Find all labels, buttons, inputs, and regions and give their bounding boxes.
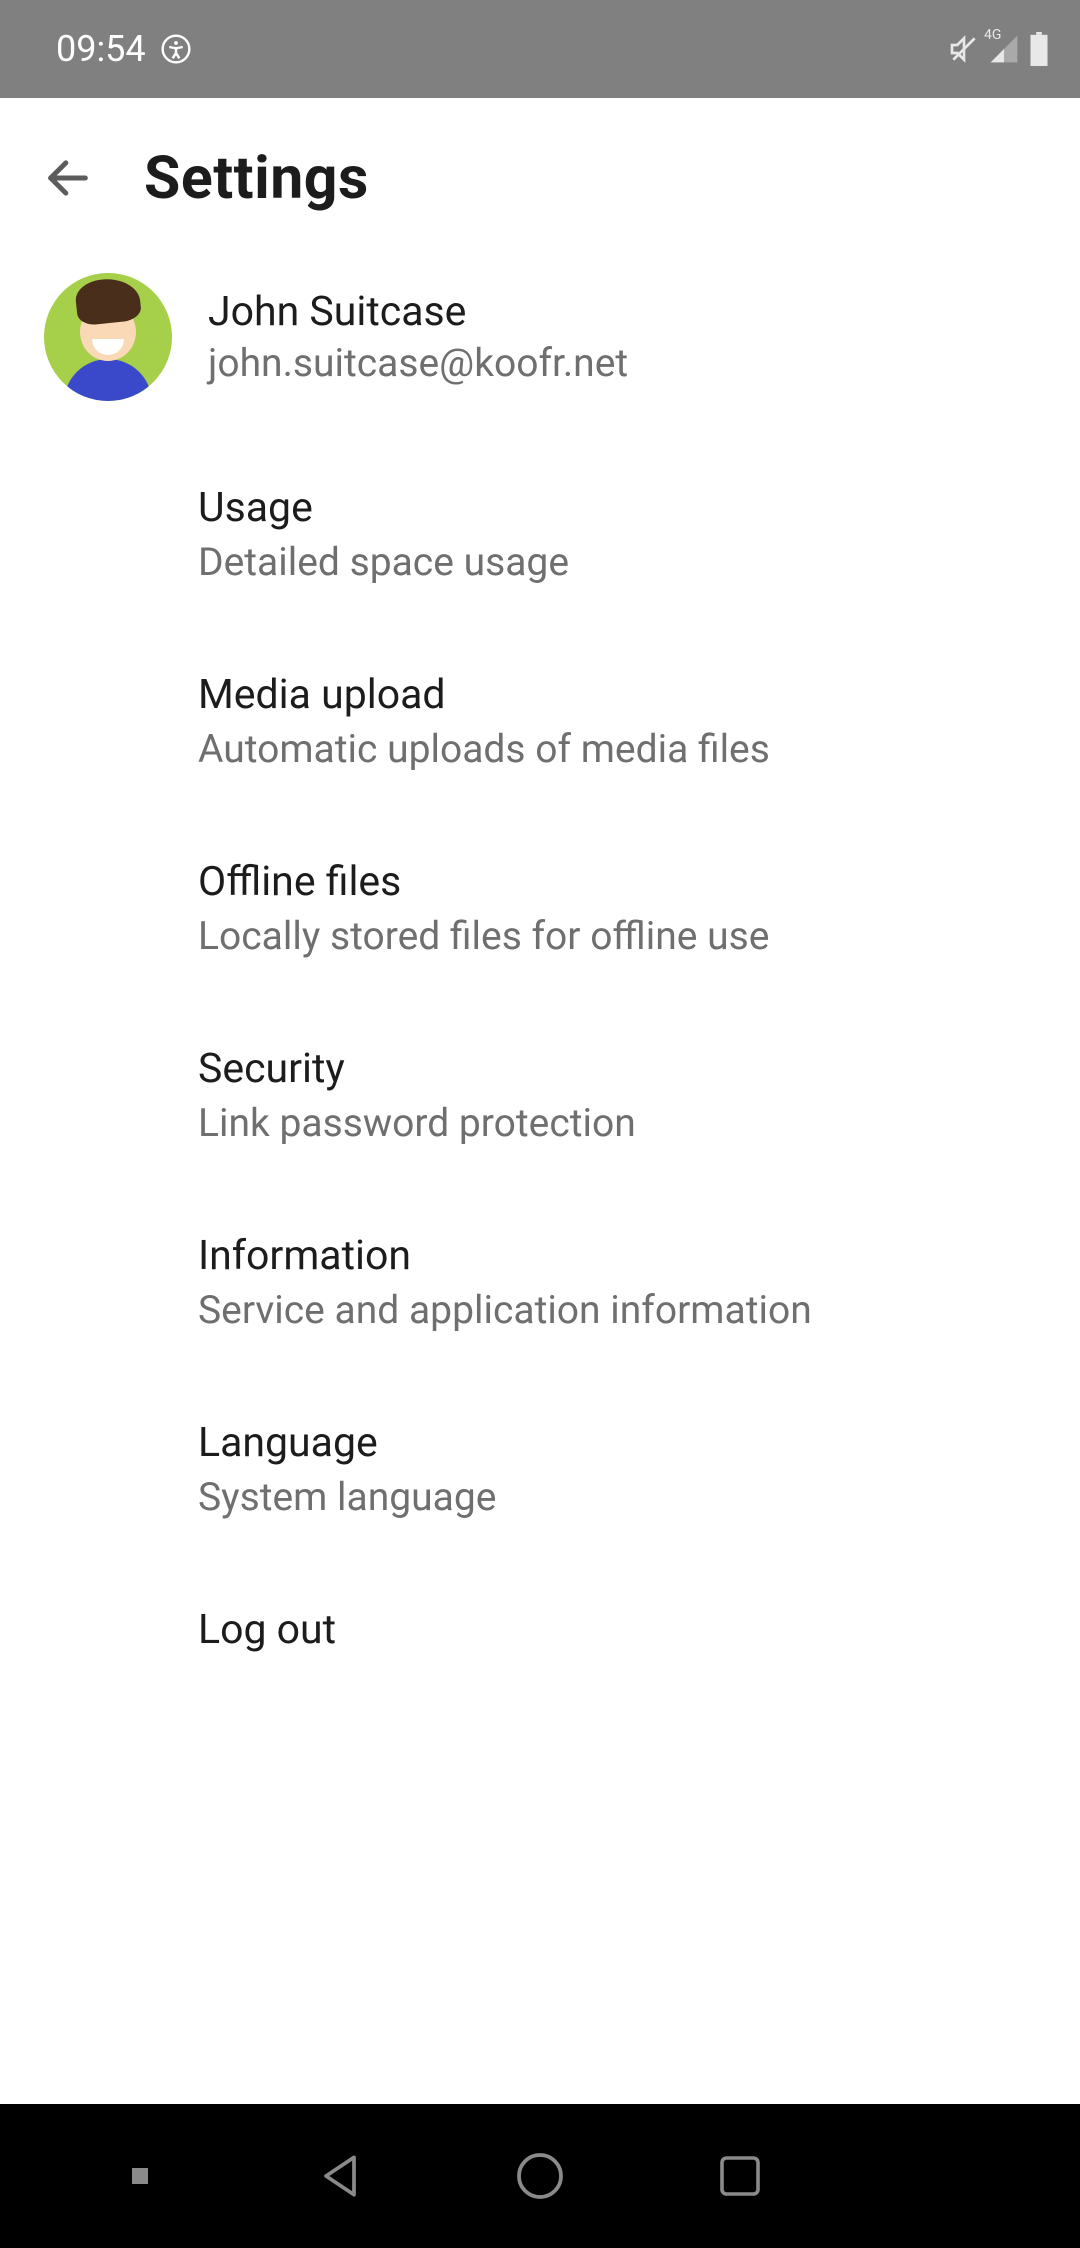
signal-network-label: 4G bbox=[984, 27, 1001, 43]
page-title: Settings bbox=[144, 144, 369, 213]
setting-subtitle: Locally stored files for offline use bbox=[198, 915, 1040, 958]
accessibility-icon bbox=[160, 33, 192, 65]
user-profile-row[interactable]: John Suitcase john.suitcase@koofr.net bbox=[0, 258, 1080, 441]
setting-usage[interactable]: Usage Detailed space usage bbox=[198, 441, 1040, 628]
nav-recents-icon[interactable] bbox=[700, 2149, 780, 2203]
user-text: John Suitcase john.suitcase@koofr.net bbox=[208, 288, 628, 386]
setting-subtitle: Service and application information bbox=[198, 1289, 1040, 1332]
mute-icon bbox=[948, 33, 980, 65]
user-name: John Suitcase bbox=[208, 288, 628, 336]
status-bar-left: 09:54 bbox=[56, 28, 192, 70]
setting-subtitle: System language bbox=[198, 1476, 1040, 1519]
nav-assistant-dot[interactable] bbox=[100, 2168, 180, 2184]
setting-subtitle: Detailed space usage bbox=[198, 541, 1040, 584]
setting-title: Media upload bbox=[198, 673, 1040, 718]
settings-list: Usage Detailed space usage Media upload … bbox=[0, 441, 1080, 1697]
setting-title: Offline files bbox=[198, 860, 1040, 905]
setting-log-out[interactable]: Log out bbox=[198, 1563, 1040, 1697]
app-bar: Settings bbox=[0, 98, 1080, 258]
nav-home-icon[interactable] bbox=[500, 2148, 580, 2204]
system-nav-bar bbox=[0, 2104, 1080, 2248]
setting-title: Usage bbox=[198, 486, 1040, 531]
setting-offline-files[interactable]: Offline files Locally stored files for o… bbox=[198, 815, 1040, 1002]
signal-icon: 4G bbox=[988, 33, 1020, 65]
nav-back-icon[interactable] bbox=[300, 2148, 380, 2204]
status-bar-right: 4G bbox=[948, 32, 1050, 66]
setting-information[interactable]: Information Service and application info… bbox=[198, 1189, 1040, 1376]
status-bar: 09:54 4G bbox=[0, 0, 1080, 98]
back-icon[interactable] bbox=[42, 152, 94, 204]
setting-title: Log out bbox=[198, 1608, 1040, 1653]
status-time: 09:54 bbox=[56, 28, 146, 70]
setting-security[interactable]: Security Link password protection bbox=[198, 1002, 1040, 1189]
setting-subtitle: Link password protection bbox=[198, 1102, 1040, 1145]
user-email: john.suitcase@koofr.net bbox=[208, 340, 628, 386]
battery-icon bbox=[1028, 32, 1050, 66]
setting-title: Information bbox=[198, 1234, 1040, 1279]
setting-language[interactable]: Language System language bbox=[198, 1376, 1040, 1563]
setting-title: Security bbox=[198, 1047, 1040, 1092]
setting-title: Language bbox=[198, 1421, 1040, 1466]
setting-media-upload[interactable]: Media upload Automatic uploads of media … bbox=[198, 628, 1040, 815]
setting-subtitle: Automatic uploads of media files bbox=[198, 728, 1040, 771]
avatar bbox=[44, 273, 172, 401]
